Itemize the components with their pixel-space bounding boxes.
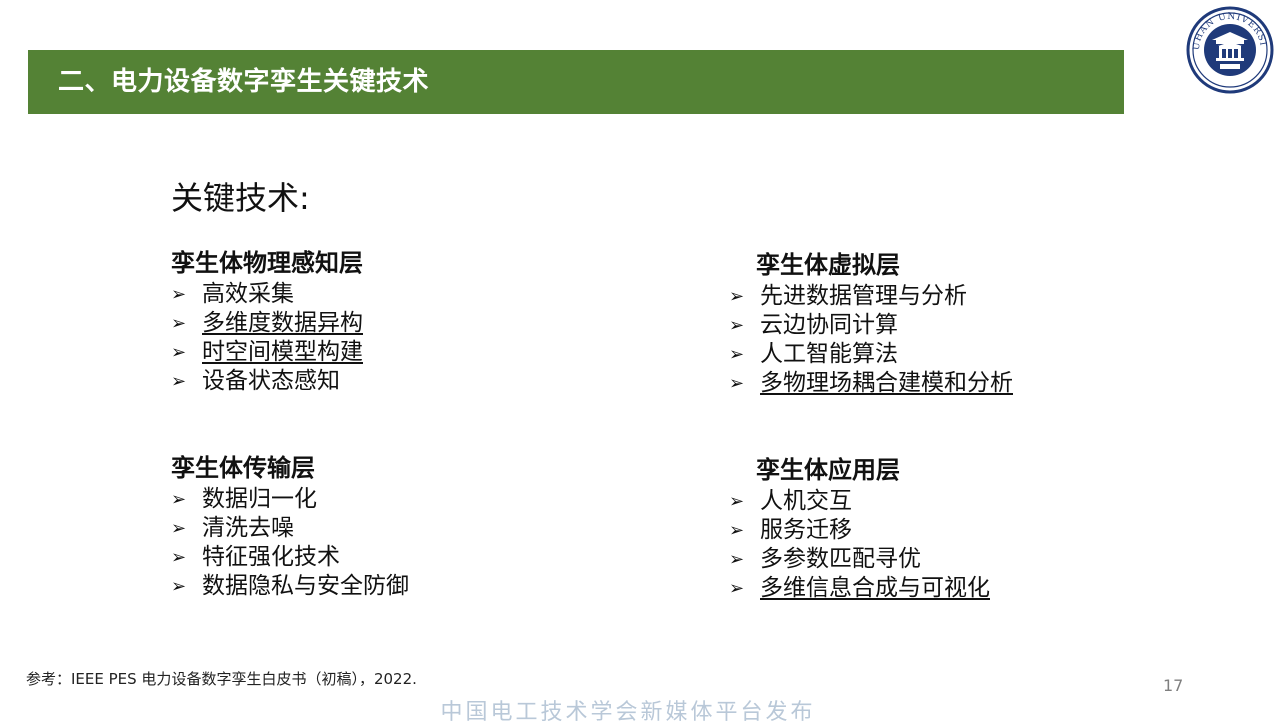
list-item: ➢ 多参数匹配寻优 [729, 545, 990, 574]
section-application-layer: 孪生体应用层 ➢ 人机交互 ➢ 服务迁移 ➢ 多参数匹配寻优 ➢ 多维信息合成与可视化 [729, 455, 990, 603]
arrow-bullet-icon: ➢ [171, 284, 187, 305]
list-item: ➢ 多物理场耦合建模和分析 [729, 369, 1013, 398]
list-item: ➢ 高效采集 [171, 280, 363, 309]
key-tech-heading: 关键技术: [171, 179, 310, 217]
arrow-bullet-icon: ➢ [171, 371, 187, 392]
arrow-bullet-icon: ➢ [729, 344, 745, 365]
item-text: 清洗去噪 [202, 515, 294, 541]
list-item: ➢ 先进数据管理与分析 [729, 282, 1013, 311]
item-text: 先进数据管理与分析 [760, 283, 967, 309]
section-title: 孪生体物理感知层 [171, 249, 363, 277]
list-item: ➢ 数据归一化 [171, 485, 409, 514]
arrow-bullet-icon: ➢ [729, 286, 745, 307]
watermark: 中国电工技术学会新媒体平台发布 [440, 700, 816, 725]
item-text: 设备状态感知 [202, 368, 340, 394]
arrow-bullet-icon: ➢ [171, 489, 187, 510]
section-transmission-layer: 孪生体传输层 ➢ 数据归一化 ➢ 清洗去噪 ➢ 特征强化技术 ➢ 数据隐私与安全防御 [171, 453, 409, 601]
item-text: 高效采集 [202, 281, 294, 307]
arrow-bullet-icon: ➢ [171, 576, 187, 597]
arrow-bullet-icon: ➢ [729, 491, 745, 512]
section-physical-perception: 孪生体物理感知层 ➢ 高效采集 ➢ 多维度数据异构 ➢ 时空间模型构建 ➢ 设备状态感知 [171, 248, 363, 396]
page-number: 17 [1163, 676, 1184, 695]
item-text: 特征强化技术 [202, 544, 340, 570]
item-text: 多参数匹配寻优 [760, 546, 921, 572]
list-item: ➢ 数据隐私与安全防御 [171, 572, 409, 601]
arrow-bullet-icon: ➢ [171, 342, 187, 363]
list-item: ➢ 人机交互 [729, 487, 990, 516]
arrow-bullet-icon: ➢ [729, 373, 745, 394]
section-title: 孪生体传输层 [171, 454, 315, 482]
university-seal-icon: WUHAN UNIVERSITY [1181, 0, 1274, 94]
item-text: 人机交互 [760, 488, 852, 514]
list-item: ➢ 服务迁移 [729, 516, 990, 545]
section-virtual-layer: 孪生体虚拟层 ➢ 先进数据管理与分析 ➢ 云边协同计算 ➢ 人工智能算法 ➢ 多物理场耦… [729, 250, 1013, 398]
arrow-bullet-icon: ➢ [171, 547, 187, 568]
item-text: 人工智能算法 [760, 341, 898, 367]
list-item: ➢ 多维度数据异构 [171, 309, 363, 338]
list-item: ➢ 时空间模型构建 [171, 338, 363, 367]
item-text: 数据隐私与安全防御 [202, 573, 409, 599]
section-title: 孪生体应用层 [756, 456, 900, 484]
list-item: ➢ 人工智能算法 [729, 340, 1013, 369]
arrow-bullet-icon: ➢ [729, 578, 745, 599]
list-item: ➢ 云边协同计算 [729, 311, 1013, 340]
reference-note: 参考：IEEE PES 电力设备数字孪生白皮书（初稿），2022. [26, 670, 417, 688]
arrow-bullet-icon: ➢ [171, 313, 187, 334]
list-item: ➢ 设备状态感知 [171, 367, 363, 396]
item-text: 多维信息合成与可视化 [760, 575, 990, 601]
list-item: ➢ 多维信息合成与可视化 [729, 574, 990, 603]
title-bar: 二、电力设备数字孪生关键技术 [28, 50, 1124, 114]
list-item: ➢ 特征强化技术 [171, 543, 409, 572]
item-text: 时空间模型构建 [202, 339, 363, 365]
item-text: 云边协同计算 [760, 312, 898, 338]
item-text: 服务迁移 [760, 517, 852, 543]
arrow-bullet-icon: ➢ [729, 315, 745, 336]
list-item: ➢ 清洗去噪 [171, 514, 409, 543]
arrow-bullet-icon: ➢ [729, 520, 745, 541]
item-text: 数据归一化 [202, 486, 317, 512]
item-text: 多物理场耦合建模和分析 [760, 370, 1013, 396]
arrow-bullet-icon: ➢ [729, 549, 745, 570]
section-title: 孪生体虚拟层 [756, 251, 900, 279]
slide-title: 二、电力设备数字孪生关键技术 [58, 67, 430, 97]
arrow-bullet-icon: ➢ [171, 518, 187, 539]
item-text: 多维度数据异构 [202, 310, 363, 336]
